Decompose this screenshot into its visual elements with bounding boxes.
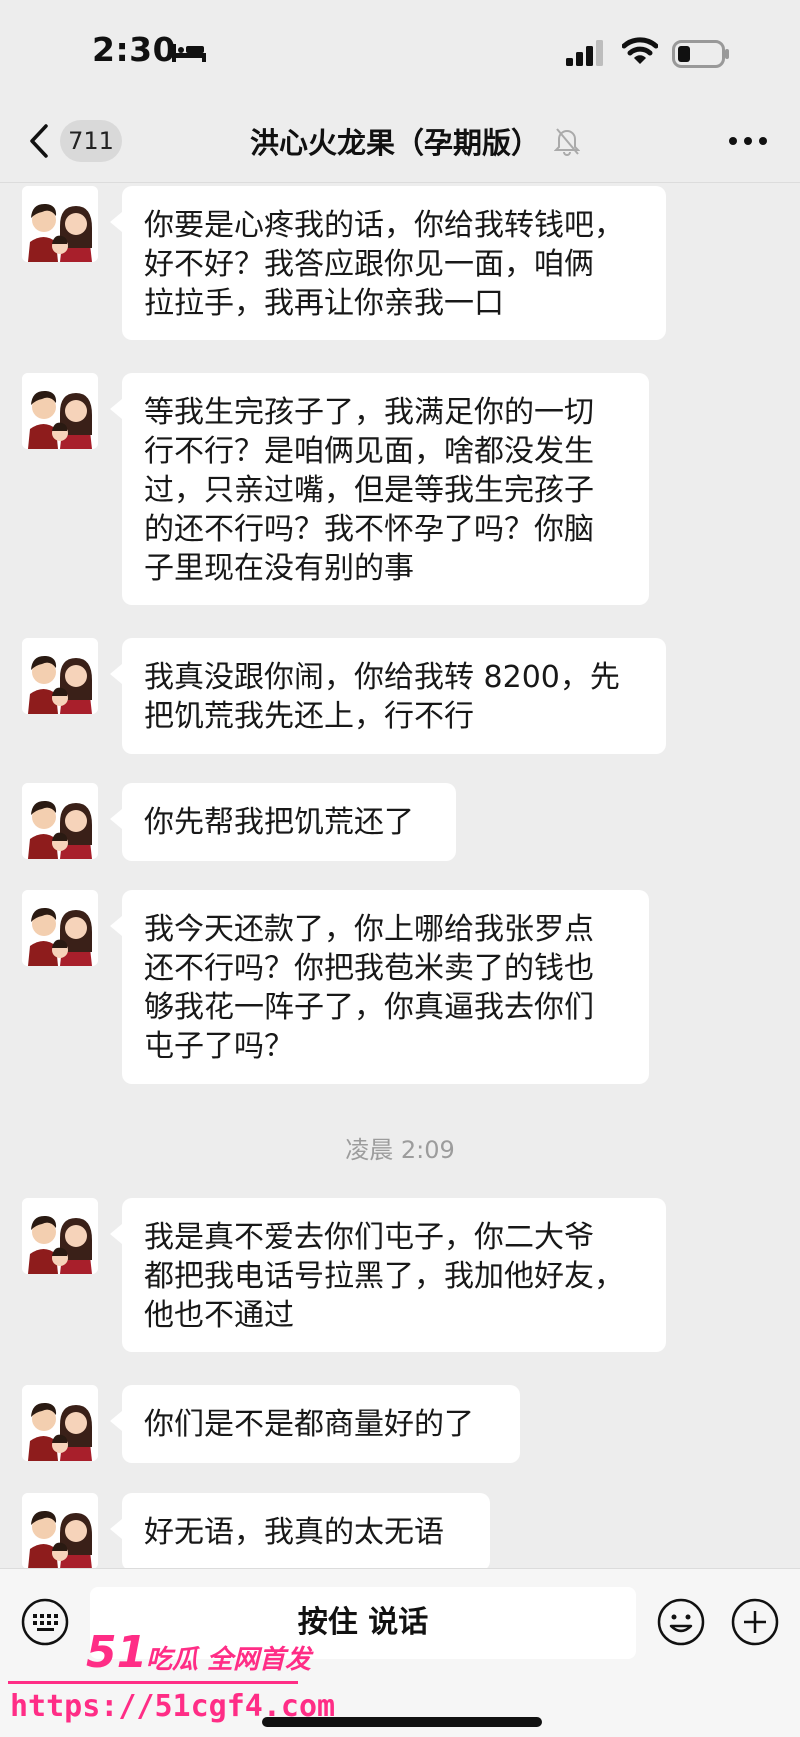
wifi-icon: [622, 37, 658, 64]
timestamp-divider: 凌晨 2:09: [345, 1136, 455, 1164]
message-line: 你先帮我把饥荒还了: [144, 805, 414, 840]
message-line: 够我花一阵子了，你真逼我去你们: [144, 990, 594, 1025]
message-line: 还不行吗？你把我苞米卖了的钱也: [144, 951, 594, 986]
message-line: 我今天还款了，你上哪给我张罗点: [144, 912, 594, 947]
chat-header: 711 洪心火龙果（孕期版）: [0, 100, 800, 183]
couple-avatar-icon: [22, 1385, 98, 1461]
more-options-icon[interactable]: [728, 136, 768, 146]
status-time: 2:30: [92, 30, 177, 69]
message-list[interactable]: 你要是心疼我的话，你给我转钱吧， 好不好？我答应跟你见一面，咱俩 拉拉手，我再让…: [0, 183, 800, 1568]
message-line: 好不好？我答应跟你见一面，咱俩: [144, 247, 594, 282]
message-line: 等我生完孩子了，我满足你的一切: [144, 395, 594, 430]
message-bubble[interactable]: 你先帮我把饥荒还了: [110, 783, 456, 861]
contact-avatar[interactable]: [22, 1385, 98, 1461]
couple-avatar-icon: [22, 186, 98, 262]
message-bubble[interactable]: 你们是不是都商量好的了: [110, 1385, 520, 1463]
emoji-icon[interactable]: [656, 1597, 706, 1647]
watermark-slogan: 吃瓜 全网首发: [146, 1645, 312, 1675]
unread-count-badge[interactable]: 711: [60, 120, 122, 162]
contact-avatar[interactable]: [22, 638, 98, 714]
input-bar: 按住 说话 51 吃瓜 全网首发 https://51cgf4.com: [0, 1568, 800, 1737]
sleep-focus-icon: [172, 44, 206, 62]
message-line: 他也不通过: [144, 1298, 294, 1333]
message-line: 把饥荒我先还上，行不行: [144, 699, 474, 734]
message-bubble[interactable]: 我真没跟你闹，你给我转 8200，先 把饥荒我先还上，行不行: [110, 638, 666, 754]
mute-notifications-icon: [554, 128, 580, 156]
home-indicator[interactable]: [262, 1717, 542, 1727]
watermark-divider: [8, 1681, 298, 1684]
chat-title: 洪心火龙果（孕期版）: [250, 126, 541, 160]
message-line: 你们是不是都商量好的了: [144, 1407, 474, 1442]
message-line: 我真没跟你闹，你给我转 8200，先: [144, 660, 620, 695]
contact-avatar[interactable]: [22, 1198, 98, 1274]
battery-icon: [672, 40, 729, 68]
back-icon[interactable]: [26, 122, 52, 160]
message-line: 都把我电话号拉黑了，我加他好友，: [144, 1259, 624, 1294]
message-bubble[interactable]: 我是真不爱去你们屯子，你二大爷 都把我电话号拉黑了，我加他好友， 他也不通过: [110, 1198, 666, 1352]
contact-avatar[interactable]: [22, 373, 98, 449]
couple-avatar-icon: [22, 1198, 98, 1274]
message-line: 的还不行吗？我不怀孕了吗？你脑: [144, 512, 594, 547]
message-line: 你要是心疼我的话，你给我转钱吧，: [144, 208, 624, 243]
couple-avatar-icon: [22, 783, 98, 859]
couple-avatar-icon: [22, 373, 98, 449]
couple-avatar-icon: [22, 1493, 98, 1568]
message-bubble[interactable]: 你要是心疼我的话，你给我转钱吧， 好不好？我答应跟你见一面，咱俩 拉拉手，我再让…: [110, 186, 666, 340]
message-bubble[interactable]: 等我生完孩子了，我满足你的一切 行不行？是咱俩见面，啥都没发生 过，只亲过嘴，但…: [110, 373, 649, 605]
couple-avatar-icon: [22, 890, 98, 966]
message-line: 行不行？是咱俩见面，啥都没发生: [144, 434, 594, 469]
message-line: 子里现在没有别的事: [144, 551, 414, 586]
message-line: 过，只亲过嘴，但是等我生完孩子: [144, 473, 594, 508]
watermark-logo: 51: [86, 1627, 148, 1678]
contact-avatar[interactable]: [22, 1493, 98, 1568]
message-line: 屯子了吗？: [144, 1029, 294, 1064]
message-line: 好无语，我真的太无语: [144, 1515, 444, 1550]
plus-icon[interactable]: [730, 1597, 780, 1647]
status-bar: 2:30: [0, 0, 800, 100]
cellular-signal-icon: [566, 40, 603, 66]
contact-avatar[interactable]: [22, 783, 98, 859]
couple-avatar-icon: [22, 638, 98, 714]
contact-avatar[interactable]: [22, 186, 98, 262]
message-bubble[interactable]: 好无语，我真的太无语: [110, 1493, 490, 1568]
contact-avatar[interactable]: [22, 890, 98, 966]
message-bubble[interactable]: 我今天还款了，你上哪给我张罗点 还不行吗？你把我苞米卖了的钱也 够我花一阵子了，…: [110, 890, 649, 1084]
message-line: 我是真不爱去你们屯子，你二大爷: [144, 1220, 594, 1255]
message-line: 拉拉手，我再让你亲我一口: [144, 286, 504, 321]
